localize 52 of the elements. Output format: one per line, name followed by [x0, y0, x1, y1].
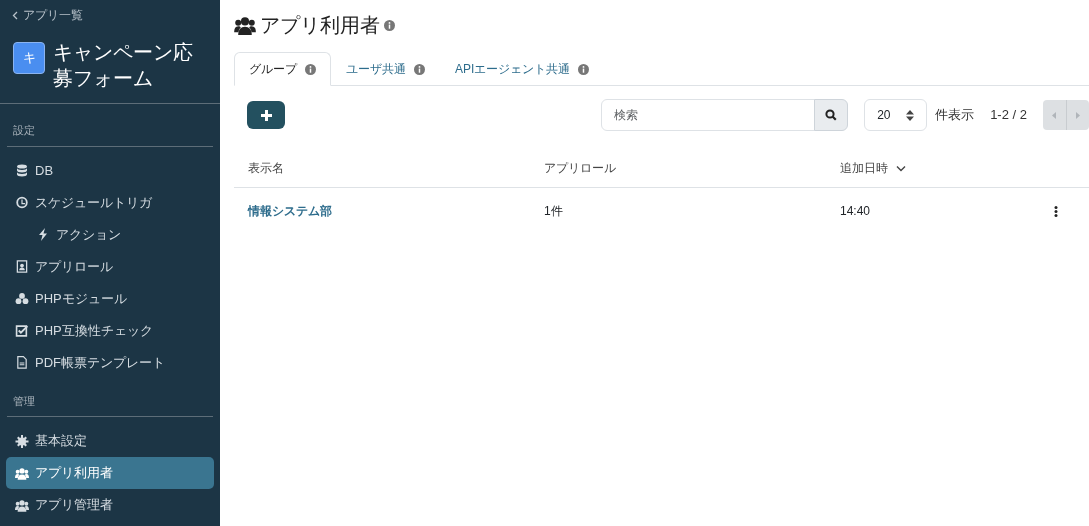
table-cell: 14:40 [840, 204, 871, 218]
more-icon[interactable] [1053, 206, 1058, 218]
sort-icon [906, 109, 915, 121]
sidebar-item[interactable]: PHP互換性チェック [6, 314, 214, 347]
sidebar-item[interactable]: 基本設定 [6, 425, 214, 457]
column-header[interactable]: アプリロール [544, 159, 616, 177]
group-link[interactable]: 情報システム部 [248, 204, 332, 218]
search-field[interactable]: 検索 [601, 99, 816, 131]
table-cell: 1件 [544, 204, 563, 218]
app-name: キャンペーン応募フォーム [53, 40, 194, 91]
add-button[interactable] [247, 101, 285, 129]
people-icon [15, 498, 29, 512]
tab[interactable]: ユーザ共通 [331, 52, 440, 86]
info-icon [384, 19, 395, 31]
page-range: 1-2 / 2 [990, 106, 1027, 125]
info-icon [414, 63, 425, 75]
info-icon [305, 63, 316, 75]
sidebar-item[interactable]: アクション [6, 218, 214, 251]
section-heading: 管理 [7, 392, 213, 417]
chevron-left-icon [12, 11, 19, 21]
page-size-select[interactable]: 20 [864, 99, 928, 131]
sidebar-item[interactable]: PDF帳票テンプレート [6, 346, 214, 379]
sidebar-item[interactable]: アプリ管理者 [6, 489, 214, 521]
caret-right-icon [1075, 111, 1080, 119]
checkbox-icon [15, 324, 29, 337]
people-icon [234, 15, 256, 35]
sidebar-item[interactable]: アプリ利用者 [6, 457, 214, 489]
page-size-label: 件表示 [935, 106, 975, 125]
people-icon [15, 466, 29, 480]
clock-icon [15, 196, 29, 209]
sidebar-item[interactable]: スケジュールトリガ [6, 186, 214, 219]
caret-left-icon [1052, 111, 1057, 119]
tab[interactable]: APIエージェント共通 [440, 52, 605, 86]
page-title: アプリ利用者 [260, 13, 380, 38]
section-heading: 設定 [7, 122, 213, 147]
column-header[interactable]: 追加日時 [840, 159, 906, 177]
search-button[interactable] [814, 99, 849, 131]
sidebar-item[interactable]: PHPモジュール [6, 282, 214, 315]
back-link[interactable]: アプリ一覧 [0, 0, 95, 30]
document-icon [15, 356, 29, 369]
sidebar-item[interactable]: DB [6, 154, 214, 187]
sidebar-item[interactable]: アプリロール [6, 250, 214, 283]
badge-icon [15, 260, 29, 273]
search-icon [825, 109, 838, 121]
gear-icon [15, 434, 29, 448]
plus-icon [260, 109, 272, 121]
app-logo: キ [13, 42, 45, 74]
database-icon [15, 164, 29, 177]
info-icon [578, 63, 590, 75]
cubes-icon [15, 292, 29, 305]
column-header[interactable]: 表示名 [248, 159, 284, 177]
tab[interactable]: グループ [234, 52, 331, 86]
